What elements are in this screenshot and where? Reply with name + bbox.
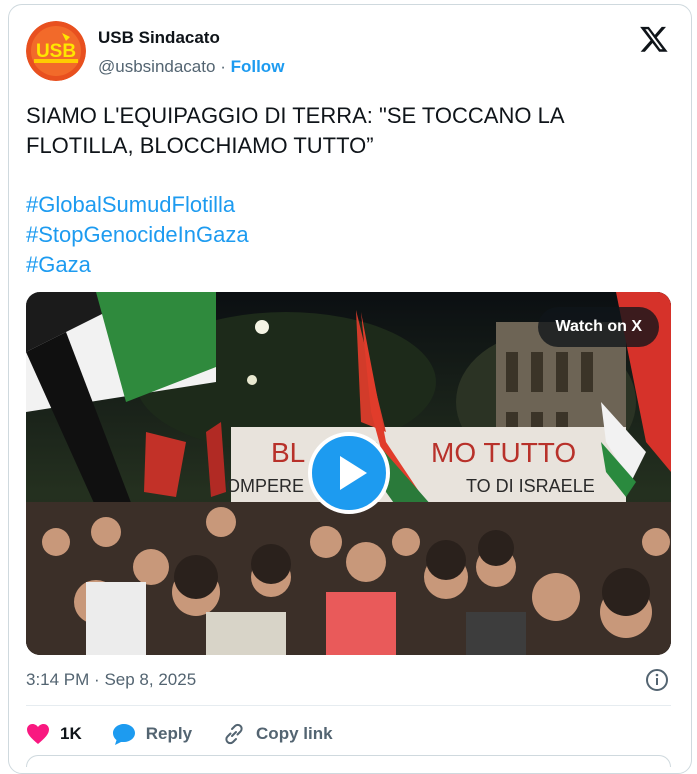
tweet-timestamp[interactable]: 3:14 PM · Sep 8, 2025: [26, 670, 196, 690]
reply-button[interactable]: Reply: [112, 723, 192, 745]
avatar-logo-text: USB: [36, 41, 76, 62]
timestamp-separator: ·: [94, 670, 100, 689]
author-handle[interactable]: @usbsindacato: [98, 57, 215, 76]
link-icon: [225, 723, 243, 745]
hashtag-list: #GlobalSumudFlotilla #StopGenocideInGaza…: [26, 190, 249, 280]
banner-text: TO DI ISRAELE: [466, 476, 595, 496]
action-bar: 1K Reply Copy link: [26, 717, 363, 751]
reply-label: Reply: [145, 724, 193, 743]
follow-button[interactable]: Follow: [231, 57, 285, 76]
info-icon[interactable]: [645, 668, 669, 692]
avatar[interactable]: USB: [26, 21, 86, 81]
tweet-text: SIAMO L'EQUIPAGGIO DI TERRA: "SE TOCCANO…: [26, 101, 666, 161]
banner-text: MO TUTTO: [431, 437, 576, 468]
tweet-time: 3:14 PM: [26, 670, 90, 689]
hashtag-link[interactable]: #Gaza: [26, 250, 249, 280]
banner-text: BL: [271, 437, 305, 468]
tweet-card: USB USB Sindacato @usbsindacato · Follow…: [8, 4, 692, 774]
tweet-text-line: SIAMO L'EQUIPAGGIO DI TERRA: "SE TOCCANO…: [26, 103, 565, 128]
author-name[interactable]: USB Sindacato: [98, 28, 220, 48]
like-button[interactable]: 1K: [26, 723, 82, 745]
heart-icon: [27, 724, 49, 744]
banner-text: OMPERE: [226, 476, 304, 496]
x-logo-icon[interactable]: [639, 24, 669, 54]
video-player[interactable]: BL MO TUTTO OMPERE TO DI ISRAELE Watch o…: [26, 292, 671, 655]
hashtag-link[interactable]: #GlobalSumudFlotilla: [26, 190, 249, 220]
divider: [26, 705, 671, 706]
copy-link-button[interactable]: Copy link: [222, 722, 333, 746]
hashtag-link[interactable]: #StopGenocideInGaza: [26, 220, 249, 250]
tweet-date: Sep 8, 2025: [104, 670, 197, 689]
watch-on-x-button[interactable]: Watch on X: [538, 307, 659, 347]
play-button[interactable]: [308, 432, 390, 514]
copy-link-label: Copy link: [256, 724, 333, 743]
play-icon: [340, 456, 367, 490]
reply-icon: [112, 724, 135, 745]
author-handle-line: @usbsindacato · Follow: [98, 57, 284, 77]
usb-logo-icon: USB: [26, 21, 86, 81]
tweet-text-line: FLOTILLA, BLOCCHIAMO TUTTO”: [26, 133, 374, 158]
handle-separator: ·: [220, 57, 226, 76]
like-count: 1K: [60, 724, 82, 743]
